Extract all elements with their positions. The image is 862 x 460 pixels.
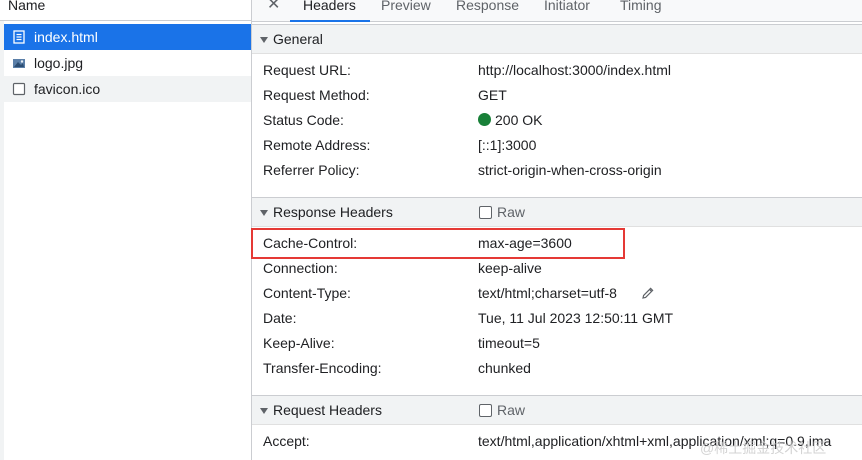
tab-initiator[interactable]: Initiator bbox=[544, 0, 590, 16]
raw-label[interactable]: Raw bbox=[497, 204, 525, 220]
pencil-icon[interactable] bbox=[641, 286, 655, 300]
close-icon[interactable]: ✕ bbox=[267, 0, 280, 16]
header-row: Referrer Policy: strict-origin-when-cros… bbox=[263, 162, 862, 182]
header-value: http://localhost:3000/index.html bbox=[478, 62, 672, 78]
section-title: Request Headers bbox=[273, 402, 382, 418]
request-name: index.html bbox=[34, 29, 98, 45]
header-value: Tue, 11 Jul 2023 12:50:11 GMT bbox=[478, 310, 674, 326]
header-row: Transfer-Encoding: chunked bbox=[263, 360, 862, 380]
section-title: Response Headers bbox=[273, 204, 393, 220]
response-headers-section-header[interactable]: Response Headers Raw bbox=[252, 197, 862, 227]
highlight-box bbox=[251, 228, 625, 259]
request-row-logo-jpg[interactable]: logo.jpg bbox=[4, 50, 251, 76]
header-row: Date: Tue, 11 Jul 2023 12:50:11 GMT bbox=[263, 310, 862, 330]
header-value: text/html;charset=utf-8 bbox=[478, 285, 617, 301]
tab-timing[interactable]: Timing bbox=[620, 0, 662, 16]
status-ok-icon bbox=[478, 113, 491, 126]
request-name: logo.jpg bbox=[34, 55, 84, 71]
active-tab-indicator bbox=[290, 20, 370, 22]
request-list-panel: Name index.html logo.jpg favicon.ico bbox=[0, 0, 252, 460]
header-value: GET bbox=[478, 87, 507, 103]
header-value: [::1]:3000 bbox=[478, 137, 537, 153]
header-value: keep-alive bbox=[478, 260, 542, 276]
header-key: Referrer Policy: bbox=[263, 162, 360, 178]
header-row: Connection: keep-alive bbox=[263, 260, 862, 280]
triangle-down-icon bbox=[260, 408, 268, 414]
triangle-down-icon bbox=[260, 210, 268, 216]
header-key: Transfer-Encoding: bbox=[263, 360, 382, 376]
tab-preview[interactable]: Preview bbox=[381, 0, 431, 16]
raw-checkbox[interactable] bbox=[479, 404, 492, 417]
tab-response[interactable]: Response bbox=[456, 0, 519, 16]
status-value: 200 OK bbox=[478, 112, 542, 128]
general-section-header[interactable]: General bbox=[252, 24, 862, 54]
header-key: Content-Type: bbox=[263, 285, 351, 301]
raw-label[interactable]: Raw bbox=[497, 402, 525, 418]
header-value: chunked bbox=[478, 360, 531, 376]
header-value: strict-origin-when-cross-origin bbox=[478, 162, 662, 178]
raw-checkbox[interactable] bbox=[479, 206, 492, 219]
section-title: General bbox=[273, 31, 323, 47]
tab-headers[interactable]: Headers bbox=[303, 0, 356, 16]
header-row: Keep-Alive: timeout=5 bbox=[263, 335, 862, 355]
watermark: @稀土掘金技术社区 bbox=[700, 440, 827, 456]
header-row: Content-Type: text/html;charset=utf-8 bbox=[263, 285, 862, 305]
document-icon bbox=[12, 30, 26, 44]
header-value: timeout=5 bbox=[478, 335, 540, 351]
header-key: Connection: bbox=[263, 260, 338, 276]
header-key: Keep-Alive: bbox=[263, 335, 335, 351]
blank-file-icon bbox=[12, 82, 26, 96]
header-key: Remote Address: bbox=[263, 137, 371, 153]
request-headers-section-header[interactable]: Request Headers Raw bbox=[252, 395, 862, 425]
image-icon bbox=[12, 56, 26, 70]
status-text: 200 OK bbox=[495, 112, 543, 128]
request-row-favicon-ico[interactable]: favicon.ico bbox=[4, 76, 251, 102]
header-key: Date: bbox=[263, 310, 297, 326]
request-name: favicon.ico bbox=[34, 81, 101, 97]
header-key: Request URL: bbox=[263, 62, 351, 78]
header-row: Status Code: 200 OK bbox=[263, 112, 862, 132]
triangle-down-icon bbox=[260, 37, 268, 43]
header-key: Request Method: bbox=[263, 87, 370, 103]
request-row-index-html[interactable]: index.html bbox=[4, 24, 251, 50]
header-row: Request URL: http://localhost:3000/index… bbox=[263, 62, 862, 82]
header-key: Accept: bbox=[263, 433, 310, 449]
header-row: Remote Address: [::1]:3000 bbox=[263, 137, 862, 157]
name-column-header[interactable]: Name bbox=[0, 0, 251, 21]
header-row: Request Method: GET bbox=[263, 87, 862, 107]
header-key: Status Code: bbox=[263, 112, 344, 128]
